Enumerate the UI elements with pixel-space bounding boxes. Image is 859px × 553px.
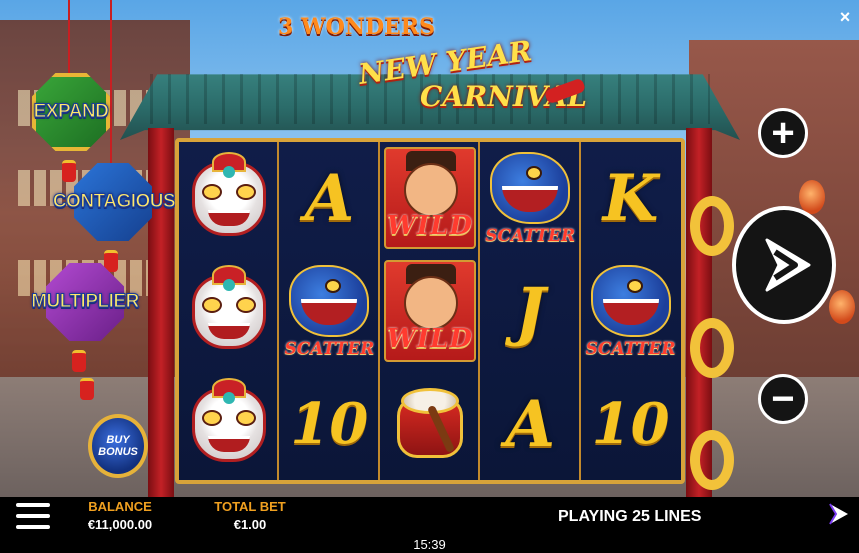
reel-2: A SCATTER 10 bbox=[279, 142, 380, 480]
symbol-cell: SCATTER bbox=[279, 255, 379, 367]
scatter-dragon-icon: SCATTER bbox=[583, 259, 679, 363]
expand-feature-badge: EXPAND bbox=[24, 72, 118, 152]
lion-dancer-icon bbox=[186, 378, 272, 470]
multiplier-feature-badge: MULTIPLIER bbox=[20, 262, 150, 342]
scatter-label: SCATTER bbox=[585, 339, 676, 359]
menu-icon[interactable] bbox=[16, 503, 50, 529]
balance-value: €11,000.00 bbox=[87, 517, 153, 532]
drum-icon bbox=[391, 384, 469, 464]
symbol-cell bbox=[380, 368, 480, 480]
hanging-string bbox=[68, 0, 70, 80]
lantern-icon bbox=[829, 290, 855, 324]
reel-3: WILD WILD bbox=[379, 142, 481, 480]
symbol-cell: K bbox=[581, 142, 681, 254]
scatter-label: SCATTER bbox=[284, 339, 375, 359]
lion-dancer-icon bbox=[186, 265, 272, 357]
symbol-cell: J bbox=[480, 255, 580, 367]
brand-text: 3 WONDERS bbox=[278, 14, 435, 40]
wild-god-of-wealth-icon: WILD bbox=[383, 260, 476, 362]
symbol-cell bbox=[179, 368, 279, 480]
firecracker-icon bbox=[80, 378, 94, 400]
symbol-10: 10 bbox=[591, 391, 670, 457]
symbol-a: A bbox=[304, 160, 355, 236]
symbol-cell: 10 bbox=[279, 368, 379, 480]
symbol-cell: A bbox=[480, 368, 580, 480]
total-bet-value: €1.00 bbox=[233, 517, 267, 532]
game-logo: 3 WONDERS NEW YEAR CARNIVAL bbox=[270, 6, 600, 126]
contagious-label: CONTAGIOUS bbox=[52, 191, 176, 213]
reel-5: K SCATTER 10 bbox=[580, 142, 681, 480]
reel-1 bbox=[179, 142, 280, 480]
gold-ring-icon bbox=[690, 318, 734, 378]
lantern-icon bbox=[799, 180, 825, 214]
wild-label: WILD bbox=[386, 211, 473, 241]
symbol-cell bbox=[179, 255, 279, 367]
symbol-cell: A bbox=[279, 142, 379, 254]
symbol-cell: 10 bbox=[581, 368, 681, 480]
symbol-cell bbox=[179, 142, 279, 254]
spin-button[interactable] bbox=[732, 206, 836, 324]
symbol-10: 10 bbox=[290, 391, 369, 457]
wild-label: WILD bbox=[386, 324, 473, 354]
scatter-dragon-icon: SCATTER bbox=[482, 146, 578, 250]
symbol-cell: WILD bbox=[380, 255, 480, 367]
buy-bonus-button[interactable]: BUY BONUS bbox=[88, 414, 148, 478]
spin-icon bbox=[765, 238, 811, 292]
contagious-feature-badge: CONTAGIOUS bbox=[44, 162, 184, 242]
symbol-cell: WILD bbox=[380, 142, 480, 254]
scatter-label: SCATTER bbox=[485, 226, 576, 246]
gold-ring-icon bbox=[690, 430, 734, 490]
paylines-status: PLAYING 25 LINES bbox=[558, 508, 702, 525]
symbol-k: K bbox=[602, 160, 659, 236]
symbol-j: J bbox=[515, 273, 546, 349]
increase-bet-button[interactable]: + bbox=[758, 108, 808, 158]
lion-dancer-icon bbox=[186, 152, 272, 244]
symbol-cell: SCATTER bbox=[480, 142, 580, 254]
game-scene: 3 WONDERS NEW YEAR CARNIVAL EXPAND CONTA… bbox=[0, 0, 859, 497]
gold-ring-icon bbox=[690, 196, 734, 256]
multiplier-label: MULTIPLIER bbox=[31, 291, 140, 313]
firecracker-icon bbox=[72, 350, 86, 372]
bottom-bar: BALANCE €11,000.00 TOTAL BET €1.00 PLAYI… bbox=[0, 497, 859, 553]
provider-logo-icon bbox=[829, 503, 848, 525]
close-icon[interactable]: × bbox=[836, 6, 854, 28]
decrease-bet-button[interactable]: − bbox=[758, 374, 808, 424]
expand-label: EXPAND bbox=[33, 101, 109, 123]
symbol-cell: SCATTER bbox=[581, 255, 681, 367]
reel-grid: A SCATTER 10 WILD WILD SCATTER J A K SCA… bbox=[175, 138, 685, 484]
wild-god-of-wealth-icon: WILD bbox=[383, 147, 476, 249]
scatter-dragon-icon: SCATTER bbox=[281, 259, 377, 363]
balance-label: BALANCE bbox=[88, 499, 152, 514]
total-bet-label: TOTAL BET bbox=[214, 499, 286, 514]
buy-bonus-label: BUY BONUS bbox=[98, 434, 138, 458]
clock: 15:39 bbox=[413, 537, 446, 552]
symbol-a: A bbox=[505, 386, 556, 462]
reel-4: SCATTER J A bbox=[480, 142, 581, 480]
